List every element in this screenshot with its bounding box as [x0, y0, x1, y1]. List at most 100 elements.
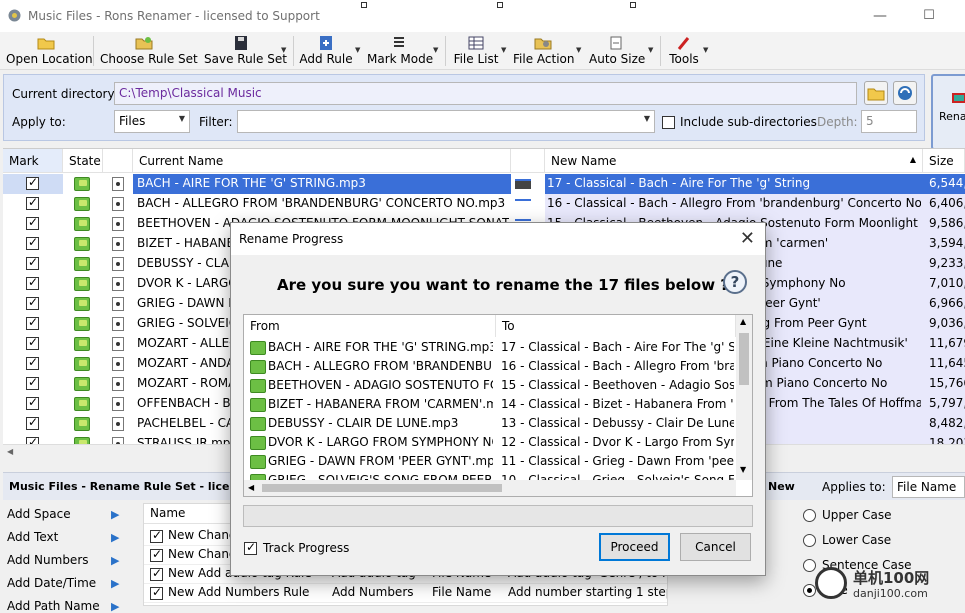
- scroll-left-icon[interactable]: ◀: [7, 447, 13, 456]
- play-arrow-icon[interactable]: ▶: [111, 600, 119, 613]
- depth-spinner[interactable]: 5: [861, 110, 917, 133]
- mark-checkbox[interactable]: [26, 235, 39, 250]
- filter-label: Filter:: [199, 115, 233, 129]
- chevron-down-icon[interactable]: ▼: [576, 46, 581, 54]
- audio-file-icon: [112, 217, 124, 231]
- refresh-button[interactable]: [893, 81, 917, 105]
- column-header-blank[interactable]: [511, 149, 545, 173]
- add-rule-button[interactable]: Add Rule: [299, 34, 353, 68]
- mark-checkbox[interactable]: [26, 335, 39, 350]
- current-directory-field[interactable]: C:\Temp\Classical Music: [114, 82, 857, 105]
- column-header-icon[interactable]: [103, 149, 133, 173]
- file-size: 9,036,5: [929, 316, 965, 330]
- mark-checkbox[interactable]: [26, 395, 39, 410]
- help-icon[interactable]: ?: [723, 270, 747, 294]
- dialog-title: Rename Progress: [239, 232, 344, 246]
- mark-checkbox[interactable]: [26, 215, 39, 230]
- file-action-button[interactable]: File Action: [513, 34, 574, 68]
- chevron-down-icon[interactable]: ▼: [648, 46, 653, 54]
- mark-checkbox[interactable]: [26, 255, 39, 270]
- apply-to-select[interactable]: Files ▼: [114, 110, 190, 133]
- dialog-vertical-scrollbar[interactable]: ▲ ▼: [736, 315, 752, 480]
- rename-preview-row[interactable]: DVOR K - LARGO FROM SYMPHONY NO... 12 - C…: [244, 434, 736, 453]
- maximize-button[interactable]: ☐: [919, 8, 939, 24]
- state-icon: [74, 257, 90, 271]
- scroll-up-icon[interactable]: ▲: [740, 317, 746, 326]
- open-location-button[interactable]: Open Location: [6, 34, 93, 68]
- minimize-button[interactable]: —: [870, 8, 890, 24]
- rename-preview-row[interactable]: GRIEG - DAWN FROM 'PEER GYNT'.mp3 11 - Cl…: [244, 453, 736, 472]
- play-arrow-icon[interactable]: ▶: [111, 508, 119, 521]
- rename-preview-row[interactable]: BIZET - HABANERA FROM 'CARMEN'.mp3 14 - C…: [244, 396, 736, 415]
- rename-preview-row[interactable]: BACH - ALLEGRO FROM 'BRANDENBUR... 16 - C…: [244, 358, 736, 377]
- resize-handle[interactable]: [361, 2, 367, 8]
- add-rule-item[interactable]: Add Text: [7, 530, 58, 544]
- add-rule-item[interactable]: Add Space: [7, 507, 71, 521]
- scroll-left-icon[interactable]: ◀: [248, 483, 254, 492]
- rule-enabled-checkbox[interactable]: [150, 566, 163, 581]
- file-list-button[interactable]: File List: [453, 34, 499, 68]
- mark-checkbox[interactable]: [26, 275, 39, 290]
- scroll-thumb[interactable]: [739, 333, 749, 385]
- play-arrow-icon[interactable]: ▶: [111, 554, 119, 567]
- tools-button[interactable]: Tools: [667, 34, 701, 68]
- filter-input[interactable]: ▼: [237, 110, 655, 133]
- browse-folder-button[interactable]: [864, 81, 888, 105]
- column-header-new-name[interactable]: New Name ▲: [545, 149, 923, 173]
- case-radio[interactable]: [803, 509, 816, 522]
- save-rule-set-button[interactable]: Save Rule Set: [204, 34, 287, 68]
- chevron-down-icon[interactable]: ▼: [281, 46, 286, 54]
- from-column-header[interactable]: From: [244, 315, 496, 337]
- cancel-button[interactable]: Cancel: [680, 533, 751, 561]
- case-radio[interactable]: [803, 534, 816, 547]
- rule-enabled-checkbox[interactable]: [150, 528, 163, 543]
- rename-preview-row[interactable]: BEETHOVEN - ADAGIO SOSTENUTO FOR... 15 - …: [244, 377, 736, 396]
- column-header-mark[interactable]: Mark: [3, 149, 63, 173]
- rename-preview-row[interactable]: DEBUSSY - CLAIR DE LUNE.mp3 13 - Classica…: [244, 415, 736, 434]
- rule-row[interactable]: New Add Numbers Rule Add Numbers File Name…: [144, 584, 667, 603]
- mark-mode-button[interactable]: Mark Mode: [367, 34, 433, 68]
- file-row[interactable]: BACH - AIRE FOR THE 'G' STRING.mp3 17 - C…: [3, 174, 965, 194]
- track-progress-checkbox[interactable]: [244, 540, 257, 555]
- play-arrow-icon[interactable]: ▶: [111, 577, 119, 590]
- mark-checkbox[interactable]: [26, 415, 39, 430]
- resize-handle[interactable]: [630, 2, 636, 8]
- dialog-horizontal-scrollbar[interactable]: ◀: [244, 480, 736, 496]
- rule-enabled-checkbox[interactable]: [150, 585, 163, 600]
- column-header-state[interactable]: State: [63, 149, 103, 173]
- rule-enabled-checkbox[interactable]: [150, 547, 163, 562]
- applies-to-select[interactable]: File Name: [892, 476, 965, 498]
- column-header-current-name[interactable]: Current Name: [133, 149, 511, 173]
- mark-checkbox[interactable]: [26, 175, 39, 190]
- scroll-thumb[interactable]: [262, 484, 502, 492]
- refresh-icon: [898, 86, 912, 100]
- rename-preview-row[interactable]: BACH - AIRE FOR THE 'G' STRING.mp3 17 - C…: [244, 339, 736, 358]
- mark-checkbox[interactable]: [26, 315, 39, 330]
- rename-button-label: Rena: [939, 110, 965, 123]
- play-arrow-icon[interactable]: ▶: [111, 531, 119, 544]
- mark-checkbox[interactable]: [26, 375, 39, 390]
- add-rule-item[interactable]: Add Path Name: [7, 599, 100, 613]
- depth-value: 5: [866, 114, 874, 128]
- chevron-down-icon[interactable]: ▼: [433, 46, 438, 54]
- rename-button[interactable]: Rena: [931, 74, 965, 150]
- chevron-down-icon[interactable]: ▼: [703, 46, 708, 54]
- to-column-header[interactable]: To: [496, 315, 736, 337]
- close-icon[interactable]: ✕: [740, 228, 755, 249]
- resize-handle[interactable]: [497, 2, 503, 8]
- add-rule-item[interactable]: Add Date/Time: [7, 576, 96, 590]
- chevron-down-icon[interactable]: ▼: [501, 46, 506, 54]
- file-row[interactable]: BACH - ALLEGRO FROM 'BRANDENBURG' CONCER…: [3, 194, 965, 214]
- mark-checkbox[interactable]: [26, 295, 39, 310]
- include-subdirectories-checkbox[interactable]: [662, 116, 675, 129]
- mark-checkbox[interactable]: [26, 355, 39, 370]
- scroll-down-icon[interactable]: ▼: [740, 465, 746, 474]
- proceed-button[interactable]: Proceed: [599, 533, 670, 561]
- add-rule-item[interactable]: Add Numbers: [7, 553, 89, 567]
- mark-checkbox[interactable]: [26, 195, 39, 210]
- column-header-size[interactable]: Size: [923, 149, 965, 173]
- chevron-down-icon[interactable]: ▼: [355, 46, 360, 54]
- auto-size-button[interactable]: Auto Size: [589, 34, 645, 68]
- choose-rule-set-button[interactable]: Choose Rule Set: [100, 34, 198, 68]
- floppy-disk-icon: [235, 36, 247, 50]
